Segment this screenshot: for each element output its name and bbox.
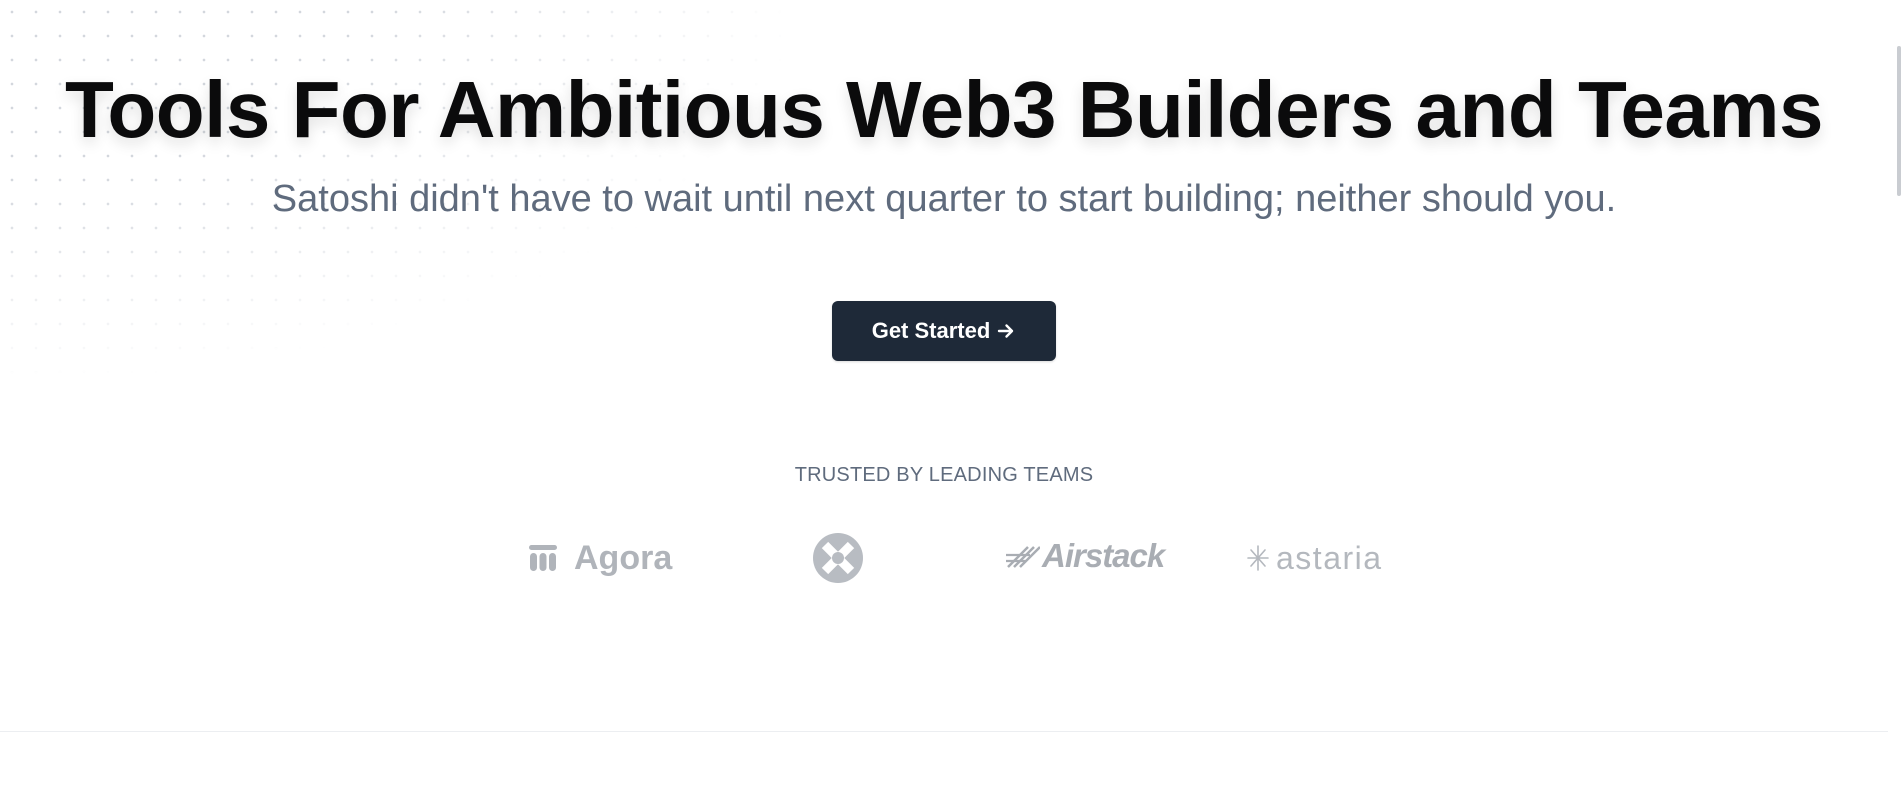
airstack-logo: Airstack [1006,534,1165,578]
page-scrollbar[interactable] [1888,0,1902,787]
astaria-logo-text: astaria [1276,539,1383,576]
landing-page: Tools For Ambitious Web3 Builders and Te… [0,0,1902,787]
zerox-logo-icon [813,533,863,583]
arrow-right-icon [998,324,1014,338]
zerox-logo [811,530,865,586]
get-started-button[interactable]: Get Started [832,301,1056,361]
agora-logo-text: Agora [574,538,673,577]
airstack-logo-icon [1006,546,1040,568]
section-divider [0,731,1902,732]
agora-logo-icon [529,545,557,571]
scrollbar-thumb[interactable] [1897,46,1901,196]
hero-subtitle: Satoshi didn't have to wait until next q… [271,178,1617,220]
astaria-logo-icon [1247,545,1269,571]
agora-logo: Agora [526,536,672,580]
astaria-logo: astaria [1246,536,1383,580]
airstack-logo-text: Airstack [1042,537,1165,574]
trusted-by-label: TRUSTED BY LEADING TEAMS [794,464,1094,486]
get-started-label: Get Started [871,318,991,343]
hero-title: Tools For Ambitious Web3 Builders and Te… [65,65,1824,154]
